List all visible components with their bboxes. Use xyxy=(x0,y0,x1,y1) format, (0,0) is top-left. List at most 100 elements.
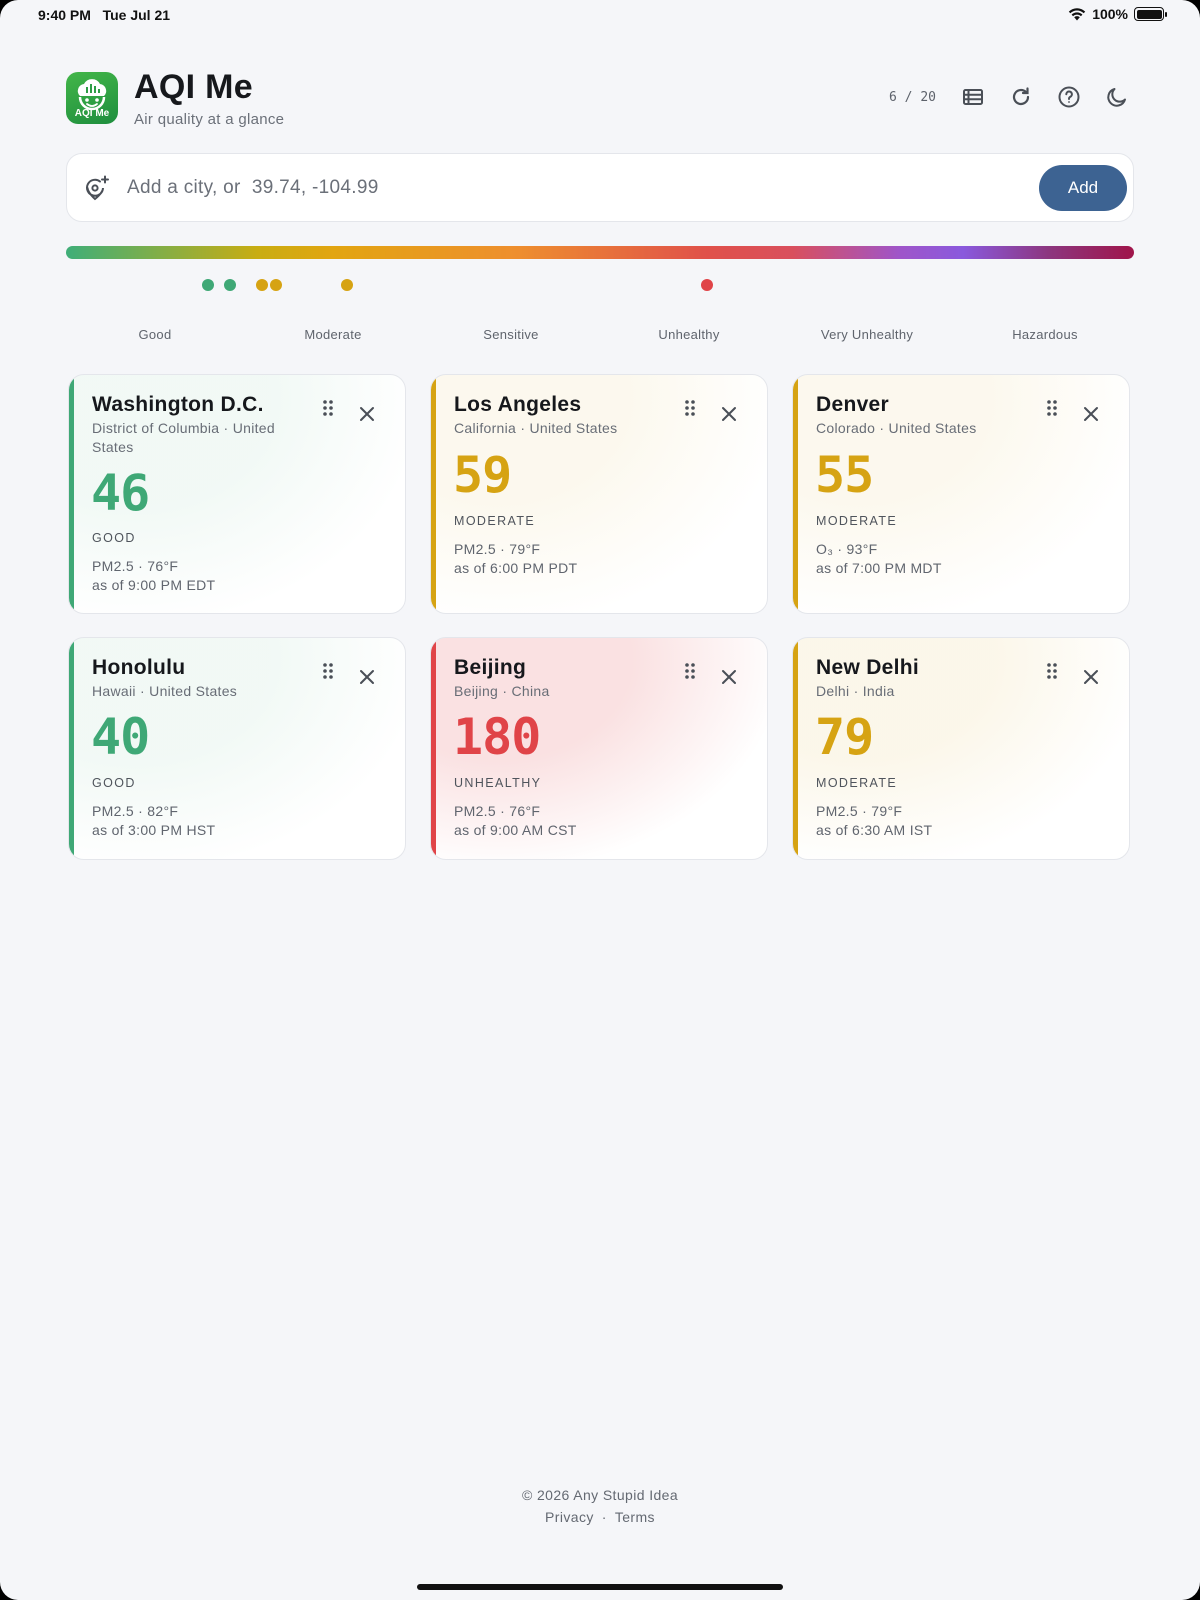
card-city-name: New Delhi xyxy=(816,656,920,679)
drag-handle-icon[interactable] xyxy=(1045,662,1059,680)
help-icon xyxy=(1058,86,1080,108)
scale-marker-dot[interactable] xyxy=(700,279,713,291)
card-region: Beijing · China xyxy=(454,683,550,699)
remove-city-icon[interactable] xyxy=(358,405,376,423)
remove-city-icon[interactable] xyxy=(720,405,738,423)
add-location-icon xyxy=(86,175,109,201)
status-date: Tue Jul 21 xyxy=(102,7,171,23)
card-accent-bar xyxy=(431,638,436,859)
toolbar: 6 / 20 xyxy=(889,84,1130,110)
footer: © 2026 Any Stupid Idea Privacy · Terms xyxy=(0,1487,1200,1525)
battery-percent: 100% xyxy=(1092,6,1128,22)
card-updated-time: as of 9:00 PM EDT xyxy=(92,577,216,593)
card-aqi-category: GOOD xyxy=(92,531,136,545)
card-region: California · United States xyxy=(454,420,618,436)
city-count: 6 / 20 xyxy=(889,89,936,105)
card-accent-bar xyxy=(69,375,74,613)
city-card[interactable]: Beijing Beijing · China 180 UNHEALTHY PM… xyxy=(430,637,768,860)
city-card[interactable]: Los Angeles California · United States 5… xyxy=(430,374,768,614)
card-region: Hawaii · United States xyxy=(92,683,238,699)
remove-city-icon[interactable] xyxy=(1082,405,1100,423)
city-search-input[interactable] xyxy=(127,168,1007,208)
battery-icon xyxy=(1134,7,1167,21)
card-pollutant-temp: PM2.5 · 79°F xyxy=(454,541,541,557)
card-pollutant-temp: PM2.5 · 76°F xyxy=(454,803,541,819)
drag-handle-icon[interactable] xyxy=(321,399,335,417)
card-pollutant-temp: PM2.5 · 79°F xyxy=(816,803,903,819)
card-aqi-category: MODERATE xyxy=(816,514,898,528)
card-pollutant-temp: PM2.5 · 82°F xyxy=(92,803,179,819)
privacy-link[interactable]: Privacy xyxy=(545,1509,594,1525)
card-aqi-value: 40 xyxy=(91,708,150,766)
card-city-name: Los Angeles xyxy=(454,393,582,416)
drag-handle-icon[interactable] xyxy=(321,662,335,680)
scale-label-sensitive: Sensitive xyxy=(483,327,539,342)
refresh-icon xyxy=(1012,87,1030,106)
scale-label-hazardous: Hazardous xyxy=(1012,327,1078,342)
refresh-button[interactable] xyxy=(1008,84,1034,110)
dark-mode-button[interactable] xyxy=(1104,84,1130,110)
card-accent-bar xyxy=(69,638,74,859)
scale-marker-dot[interactable] xyxy=(270,279,283,291)
list-view-button[interactable] xyxy=(960,84,986,110)
home-indicator[interactable] xyxy=(417,1584,783,1590)
city-card[interactable]: Honolulu Hawaii · United States 40 GOOD … xyxy=(68,637,406,860)
scale-marker-dot[interactable] xyxy=(341,279,354,291)
aqi-scale-bar xyxy=(66,246,1134,259)
city-card[interactable]: New Delhi Delhi · India 79 MODERATE PM2.… xyxy=(792,637,1130,860)
card-aqi-value: 46 xyxy=(91,464,150,522)
scale-marker-dot[interactable] xyxy=(202,279,215,291)
add-city-form: Add xyxy=(66,153,1134,222)
card-aqi-category: MODERATE xyxy=(816,776,898,790)
card-city-name: Honolulu xyxy=(92,656,186,679)
logo-text: AQI Me xyxy=(74,108,110,119)
scale-label-moderate: Moderate xyxy=(304,327,362,342)
scale-label-very-unhealthy: Very Unhealthy xyxy=(820,327,914,342)
status-clock: 9:40 PM xyxy=(38,7,91,23)
city-card[interactable]: Washington D.C. District of Columbia · U… xyxy=(68,374,406,614)
card-updated-time: as of 9:00 AM CST xyxy=(454,822,577,838)
footer-separator: · xyxy=(601,1509,607,1525)
card-pollutant-temp: PM2.5 · 76°F xyxy=(92,558,179,574)
card-city-name: Beijing xyxy=(454,656,527,679)
aqi-scale-labels: Good Moderate Sensitive Unhealthy Very U… xyxy=(66,327,1134,342)
card-aqi-category: GOOD xyxy=(92,776,136,790)
card-region: Delhi · India xyxy=(816,683,895,699)
scale-marker-dot[interactable] xyxy=(223,279,236,291)
card-aqi-value: 180 xyxy=(453,708,541,766)
scale-label-good: Good xyxy=(138,327,172,342)
remove-city-icon[interactable] xyxy=(358,668,376,686)
wifi-icon xyxy=(1068,8,1086,21)
card-updated-time: as of 6:30 AM IST xyxy=(816,822,933,838)
scale-marker-dot[interactable] xyxy=(255,279,268,291)
app-logo: AQI Me xyxy=(66,72,118,124)
card-aqi-value: 79 xyxy=(815,708,874,766)
card-aqi-category: MODERATE xyxy=(454,514,536,528)
card-updated-time: as of 7:00 PM MDT xyxy=(816,560,942,576)
card-accent-bar xyxy=(793,375,798,613)
card-city-name: Denver xyxy=(816,393,890,416)
remove-city-icon[interactable] xyxy=(720,668,738,686)
add-city-button[interactable]: Add xyxy=(1039,165,1127,211)
scale-label-unhealthy: Unhealthy xyxy=(658,327,720,342)
drag-handle-icon[interactable] xyxy=(1045,399,1059,417)
city-card[interactable]: Denver Colorado · United States 55 MODER… xyxy=(792,374,1130,614)
remove-city-icon[interactable] xyxy=(1082,668,1100,686)
card-pollutant-temp: O₃ · 93°F xyxy=(816,541,878,557)
card-region: District of Columbia · United States xyxy=(92,420,275,455)
drag-handle-icon[interactable] xyxy=(683,662,697,680)
terms-link[interactable]: Terms xyxy=(615,1509,655,1525)
help-button[interactable] xyxy=(1056,84,1082,110)
card-accent-bar xyxy=(431,375,436,613)
list-view-icon xyxy=(963,89,983,105)
drag-handle-icon[interactable] xyxy=(683,399,697,417)
copyright: © 2026 Any Stupid Idea xyxy=(521,1487,679,1503)
card-aqi-value: 55 xyxy=(815,446,874,504)
status-bar: 9:40 PM Tue Jul 21 100% xyxy=(0,0,1200,28)
moon-icon xyxy=(1107,88,1126,107)
status-time: 9:40 PM Tue Jul 21 xyxy=(38,7,170,23)
card-region: Colorado · United States xyxy=(816,420,977,436)
app-screen: 9:40 PM Tue Jul 21 100% AQI Me AQI Me Ai… xyxy=(0,0,1200,1600)
card-updated-time: as of 6:00 PM PDT xyxy=(454,560,578,576)
card-aqi-value: 59 xyxy=(453,446,512,504)
